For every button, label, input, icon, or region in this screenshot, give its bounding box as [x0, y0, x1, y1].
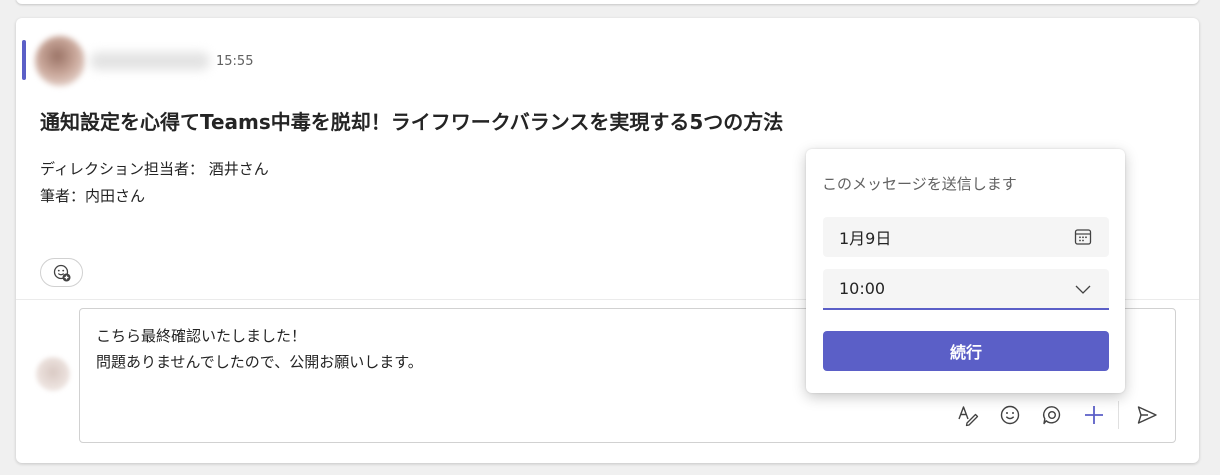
calendar-icon[interactable] — [1073, 227, 1093, 247]
time-select-field[interactable]: 10:00 — [823, 269, 1109, 310]
chevron-down-icon — [1075, 285, 1091, 294]
reply-line[interactable]: こちら最終確認いたしました！ — [96, 325, 306, 346]
previous-message-card — [16, 0, 1199, 4]
add-button[interactable] — [1076, 400, 1112, 430]
loop-icon — [1043, 406, 1061, 425]
emoji-icon — [1000, 405, 1020, 425]
message-line: ディレクション担当者： 酒井さん — [40, 160, 269, 178]
date-picker-field[interactable]: 1月9日 — [823, 217, 1109, 257]
emoji-button[interactable] — [992, 400, 1028, 430]
continue-button[interactable]: 続行 — [823, 331, 1109, 371]
reply-avatar — [36, 357, 70, 391]
loop-button[interactable] — [1034, 400, 1070, 430]
send-button[interactable] — [1129, 400, 1165, 430]
message-time: 15:55 — [216, 54, 254, 69]
schedule-send-popup: このメッセージを送信します 1月9日 10:00 続行 — [806, 149, 1125, 393]
avatar[interactable] — [35, 36, 85, 86]
popup-heading: このメッセージを送信します — [822, 175, 1017, 193]
time-value: 10:00 — [839, 279, 886, 298]
date-value: 1月9日 — [839, 229, 892, 248]
format-icon — [958, 406, 979, 427]
plus-icon — [1085, 406, 1103, 424]
toolbar-separator — [1118, 401, 1119, 429]
add-reaction-icon — [53, 264, 70, 281]
sender-name-redacted — [90, 52, 210, 70]
message-line: 筆者：内田さん — [40, 187, 146, 205]
send-icon — [1137, 406, 1157, 424]
reply-line[interactable]: 問題ありませんでしたので、公開お願いします。 — [96, 351, 423, 372]
compose-toolbar — [944, 400, 1165, 430]
format-button[interactable] — [950, 400, 986, 430]
add-reaction-button[interactable] — [40, 258, 83, 287]
message-title: 通知設定を心得てTeams中毒を脱却！ライフワークバランスを実現する5つの方法 — [40, 110, 784, 134]
unread-accent-bar — [22, 40, 26, 80]
